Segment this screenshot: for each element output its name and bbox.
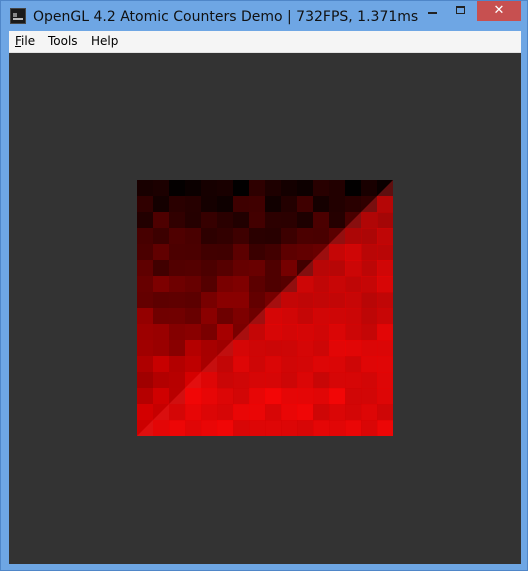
menu-tools[interactable]: Tools [45, 33, 81, 50]
minimize-button[interactable] [419, 1, 447, 21]
app-icon[interactable] [10, 8, 26, 24]
window-title: OpenGL 4.2 Atomic Counters Demo | 732FPS… [33, 9, 423, 25]
maximize-button[interactable] [447, 1, 475, 21]
minimize-icon [428, 12, 437, 14]
opengl-viewport[interactable] [9, 53, 521, 564]
close-button[interactable]: ✕ [477, 1, 521, 21]
menu-file[interactable]: File [12, 33, 38, 50]
menu-help[interactable]: Help [88, 33, 121, 50]
maximize-icon [456, 6, 465, 14]
title-bar[interactable]: OpenGL 4.2 Atomic Counters Demo | 732FPS… [1, 1, 527, 31]
atomic-counter-render [137, 180, 393, 436]
close-icon: ✕ [493, 3, 505, 18]
app-window: OpenGL 4.2 Atomic Counters Demo | 732FPS… [0, 0, 528, 571]
menu-bar: File Tools Help [9, 31, 521, 53]
